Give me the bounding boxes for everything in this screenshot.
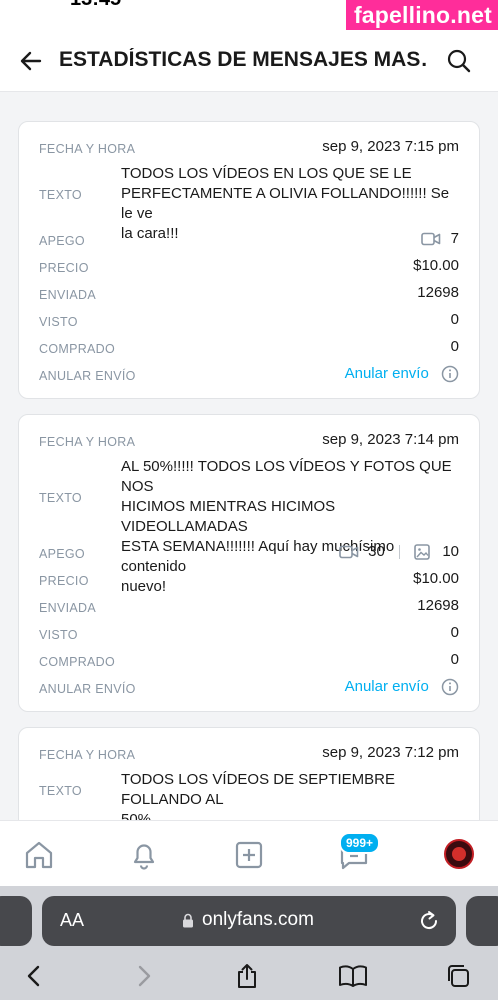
tabs-icon[interactable] — [445, 963, 471, 989]
message-text-line: TODOS LOS VÍDEOS DE SEPTIEMBRE FOLLANDO … — [121, 771, 395, 808]
watermark: fapellino.net — [345, 0, 498, 32]
viewed-value: 0 — [450, 311, 459, 328]
row-text: TEXTO AL 50%!!!!! TODOS LOS VÍDEOS Y FOT… — [39, 457, 459, 595]
message-text-line: TODOS LOS VÍDEOS EN LOS QUE SE LE — [121, 165, 412, 182]
status-time: 13:45 — [70, 0, 121, 11]
message-date: sep 9, 2023 7:15 pm — [322, 138, 459, 155]
divider — [398, 545, 400, 560]
back-arrow-icon[interactable] — [18, 48, 44, 74]
label-cancel: ANULAR ENVÍO — [39, 369, 136, 383]
sent-value: 12698 — [417, 597, 459, 614]
cancel-send-link[interactable]: Anular envío — [345, 365, 429, 382]
row-viewed: VISTO 0 — [39, 624, 459, 644]
url-text: onlyfans.com — [202, 909, 314, 930]
add-post-icon[interactable] — [233, 839, 265, 871]
row-sent: ENVIADA 12698 — [39, 284, 459, 304]
row-cancel: ANULAR ENVÍO Anular envío — [39, 678, 459, 698]
label-text: TEXTO — [39, 491, 82, 505]
label-purchased: COMPRADO — [39, 342, 116, 356]
address-bar[interactable]: AA onlyfans.com — [42, 896, 456, 946]
message-date: sep 9, 2023 7:12 pm — [322, 744, 459, 761]
purchased-value: 0 — [450, 651, 459, 668]
next-tab[interactable] — [466, 896, 498, 946]
reload-icon[interactable] — [418, 910, 440, 932]
label-price: PRECIO — [39, 261, 89, 275]
row-cancel: ANULAR ENVÍO Anular envío — [39, 365, 459, 385]
label-purchased: COMPRADO — [39, 655, 116, 669]
message-text-line: HICIMOS MIENTRAS HICIMOS VIDEOLLAMADAS — [121, 498, 336, 535]
search-icon[interactable] — [446, 48, 472, 74]
label-price: PRECIO — [39, 574, 89, 588]
label-sent: ENVIADA — [39, 601, 96, 615]
viewed-value: 0 — [450, 624, 459, 641]
photo-count: 10 — [442, 543, 459, 560]
bell-icon[interactable] — [128, 839, 160, 871]
video-count: 30 — [368, 543, 385, 560]
cancel-send-link-wrap: Anular envío — [345, 678, 459, 696]
photo-icon — [414, 544, 430, 560]
row-price: PRECIO $10.00 — [39, 570, 459, 590]
video-count: 7 — [450, 230, 459, 247]
price-value: $10.00 — [413, 257, 459, 274]
attachment-value: 7 — [421, 230, 459, 247]
share-icon[interactable] — [234, 963, 260, 989]
page-title: ESTADÍSTICAS DE MENSAJES MAS… — [59, 48, 429, 71]
price-value: $10.00 — [413, 570, 459, 587]
browser-back-icon[interactable] — [22, 963, 48, 989]
label-date: FECHA Y HORA — [39, 142, 136, 156]
row-date: FECHA Y HORA sep 9, 2023 7:12 pm — [39, 744, 459, 764]
label-date: FECHA Y HORA — [39, 748, 136, 762]
label-attachment: APEGO — [39, 547, 85, 561]
message-card: FECHA Y HORA sep 9, 2023 7:14 pm TEXTO A… — [18, 414, 480, 712]
row-date: FECHA Y HORA sep 9, 2023 7:14 pm — [39, 431, 459, 451]
video-icon — [421, 232, 441, 246]
message-card: FECHA Y HORA sep 9, 2023 7:15 pm TEXTO T… — [18, 121, 480, 399]
info-icon[interactable] — [441, 365, 459, 383]
video-icon — [339, 545, 359, 559]
home-icon[interactable] — [23, 839, 55, 871]
label-viewed: VISTO — [39, 315, 78, 329]
bookmarks-icon[interactable] — [338, 963, 368, 989]
row-attachment: APEGO 30 10 — [39, 543, 459, 563]
app-header: ESTADÍSTICAS DE MENSAJES MAS… — [0, 30, 498, 92]
row-text: TEXTO TODOS LOS VÍDEOS DE SEPTIEMBRE FOL… — [39, 770, 459, 828]
sent-value: 12698 — [417, 284, 459, 301]
previous-tab[interactable] — [0, 896, 32, 946]
attachment-value: 30 10 — [339, 543, 459, 560]
row-viewed: VISTO 0 — [39, 311, 459, 331]
row-sent: ENVIADA 12698 — [39, 597, 459, 617]
label-date: FECHA Y HORA — [39, 435, 136, 449]
label-text: TEXTO — [39, 188, 82, 202]
messages-badge: 999+ — [339, 832, 381, 854]
message-text-line: AL 50%!!!!! TODOS LOS VÍDEOS Y FOTOS QUE… — [121, 458, 452, 495]
label-text: TEXTO — [39, 784, 82, 798]
row-purchased: COMPRADO 0 — [39, 338, 459, 358]
lock-icon — [183, 913, 193, 928]
browser-toolbar: AA onlyfans.com — [0, 886, 498, 1000]
browser-forward-icon[interactable] — [130, 963, 156, 989]
bottom-nav: 999+ — [0, 820, 498, 886]
row-purchased: COMPRADO 0 — [39, 651, 459, 671]
avatar-image — [452, 847, 466, 861]
cancel-send-link[interactable]: Anular envío — [345, 678, 429, 695]
row-date: FECHA Y HORA sep 9, 2023 7:15 pm — [39, 138, 459, 158]
message-text-line: PERFECTAMENTE A OLIVIA FOLLANDO!!!!!! Se… — [121, 185, 450, 222]
label-attachment: APEGO — [39, 234, 85, 248]
avatar[interactable] — [444, 839, 474, 869]
label-cancel: ANULAR ENVÍO — [39, 682, 136, 696]
label-sent: ENVIADA — [39, 288, 96, 302]
purchased-value: 0 — [450, 338, 459, 355]
row-text: TEXTO TODOS LOS VÍDEOS EN LOS QUE SE LE … — [39, 164, 459, 242]
message-date: sep 9, 2023 7:14 pm — [322, 431, 459, 448]
reader-settings-button[interactable]: AA — [60, 910, 84, 931]
row-price: PRECIO $10.00 — [39, 257, 459, 277]
info-icon[interactable] — [441, 678, 459, 696]
row-attachment: APEGO 7 — [39, 230, 459, 250]
cancel-send-link-wrap: Anular envío — [345, 365, 459, 383]
label-viewed: VISTO — [39, 628, 78, 642]
